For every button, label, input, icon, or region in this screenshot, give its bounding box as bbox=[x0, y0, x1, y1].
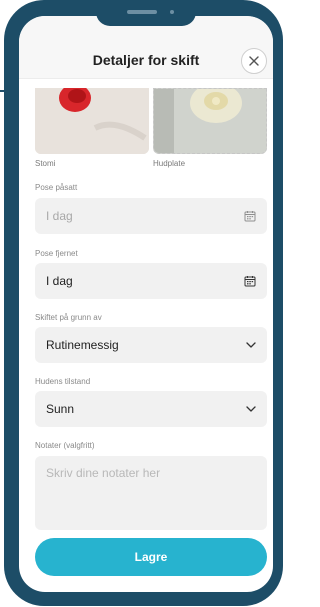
stoma-photo[interactable] bbox=[35, 88, 149, 154]
pose-applied-field[interactable]: I dag bbox=[35, 198, 267, 234]
stoma-photo-label: Stomi bbox=[35, 159, 56, 168]
close-icon bbox=[249, 56, 259, 66]
skin-condition-select[interactable]: Sunn bbox=[35, 391, 267, 427]
pose-removed-label: Pose fjernet bbox=[35, 249, 78, 258]
skin-condition-label: Hudens tilstand bbox=[35, 377, 91, 386]
close-button[interactable] bbox=[241, 48, 267, 74]
pose-removed-field[interactable]: I dag bbox=[35, 263, 267, 299]
save-button[interactable]: Lagre bbox=[35, 538, 267, 576]
camera-dot bbox=[170, 10, 174, 14]
reason-label: Skiftet på grunn av bbox=[35, 313, 102, 322]
calendar-icon bbox=[244, 275, 256, 287]
speaker-grille bbox=[127, 10, 157, 14]
chevron-down-icon bbox=[246, 406, 256, 412]
reason-select[interactable]: Rutinemessig bbox=[35, 327, 267, 363]
notes-textarea[interactable]: Skriv dine notater her bbox=[35, 456, 267, 530]
phone-frame: Detaljer for skift Stomi Hudplate Pose p… bbox=[4, 0, 283, 606]
skin-plate-photo[interactable] bbox=[153, 88, 267, 154]
skin-plate-photo-label: Hudplate bbox=[153, 159, 186, 168]
notes-label: Notater (valgfritt) bbox=[35, 441, 95, 450]
chevron-down-icon bbox=[246, 342, 256, 348]
reason-value: Rutinemessig bbox=[46, 338, 119, 352]
page-title: Detaljer for skift bbox=[92, 52, 200, 68]
skin-condition-value: Sunn bbox=[46, 402, 75, 416]
pose-applied-label: Pose påsatt bbox=[35, 183, 78, 192]
calendar-icon bbox=[244, 210, 256, 222]
app-screen: Detaljer for skift Stomi Hudplate Pose p… bbox=[19, 16, 273, 592]
pose-removed-value: I dag bbox=[46, 274, 73, 288]
phone-notch bbox=[96, 0, 196, 26]
pose-applied-value: I dag bbox=[46, 209, 73, 223]
